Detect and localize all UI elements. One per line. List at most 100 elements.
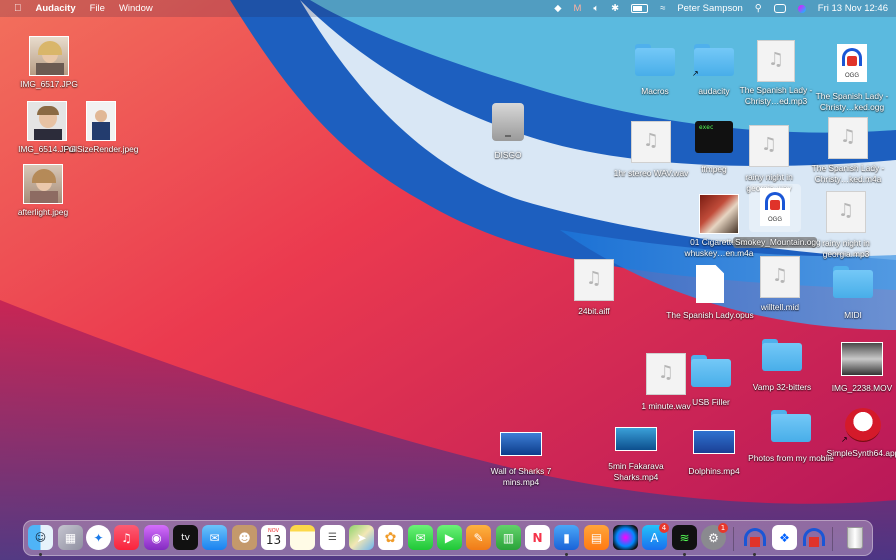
volume-icon[interactable]: 🔈︎ [593,3,599,14]
file-rainy-wav[interactable]: ♫ rainy night in georgia.wav [724,125,814,193]
file-img-2238-mov[interactable]: IMG_2238.MOV [817,342,896,394]
malwarebytes-icon[interactable]: M [574,3,582,14]
file-24bit-aiff[interactable]: ♫ 24bit.aiff [549,259,639,317]
notification-badge: 4 [659,523,669,533]
notification-badge: 1 [718,523,728,533]
video-thumbnail-icon [500,432,542,456]
finder-icon[interactable]: ☺ [28,525,53,550]
file-fakarava-sharks[interactable]: 5min Fakarava Sharks.mp4 [591,427,681,482]
folder-icon [762,339,802,371]
maps-icon[interactable]: ➤ [349,525,374,550]
siri-icon[interactable] [797,4,806,13]
folder-midi[interactable]: MIDI [808,266,896,321]
file-label: FullSizeRender.jpeg [63,144,139,154]
audio-file-icon: ♫ [574,259,614,301]
trash-icon[interactable] [842,525,867,550]
audio-file-icon: ♫ [749,125,789,167]
activity-monitor-icon[interactable]: ≋ [672,525,697,550]
file-label: SimpleSynth64.app [826,448,896,458]
file-label: 24bit.aiff [578,306,610,316]
photo-thumbnail-icon [23,164,63,204]
folder-icon [691,355,731,387]
file-label: DISGO [494,150,522,160]
contacts-icon[interactable]: ☻ [232,525,257,550]
system-preferences-icon[interactable]: ⚙ 1 [701,523,728,550]
apple-tv-icon[interactable]: tv [173,525,198,550]
audio-file-icon: ♫ [757,40,795,82]
file-label: afterlight.jpeg [17,207,69,217]
reminders-icon[interactable]: ☰ [320,525,345,550]
news-icon[interactable]: N [525,525,550,550]
audio-file-icon: ♫ [828,117,868,159]
calendar-day: 13 [265,533,282,547]
menu-clock[interactable]: Fri 13 Nov 12:46 [818,3,888,14]
app-simplesynth[interactable]: ↗ SimpleSynth64.app [818,408,896,459]
photo-thumbnail-icon [29,36,69,76]
file-wall-of-sharks[interactable]: Wall of Sharks 7 mins.mp4 [476,432,566,487]
file-label: Dolphins.mp4 [688,466,740,476]
file-label: 5min Fakarava Sharks.mp4 [608,461,664,482]
podcasts-icon[interactable]: ◉ [144,525,169,550]
notes-icon[interactable] [290,525,315,550]
music-icon[interactable]: ♫ [114,525,139,550]
alias-arrow-icon: ↗ [841,435,848,444]
simplesynth-icon: ↗ [841,408,881,444]
folder-icon: ↗ [692,44,734,78]
apple-icon[interactable]:  [14,3,22,14]
disk-disgo[interactable]: DISGO [463,103,553,161]
file-label: MIDI [844,310,862,320]
audacity-alt-icon[interactable] [801,525,826,550]
menu-app-name[interactable]: Audacity [36,3,76,14]
video-thumbnail-icon [693,430,735,454]
menu-bar:  Audacity File Window ◆ M 🔈︎ ✱ ≈ Peter … [0,0,896,17]
search-icon[interactable]: ⚲ [755,3,762,14]
keynote-icon[interactable]: ▮ [554,525,579,550]
file-label: Wall of Sharks 7 mins.mp4 [490,466,552,487]
file-spanish-m4a[interactable]: ♫ The Spanish Lady - Christy…ked.m4a [803,117,893,184]
file-spanish-ogg[interactable]: OGG The Spanish Lady - Christy…ked.ogg [807,44,896,112]
facetime-icon[interactable]: ▶ [437,525,462,550]
folder-icon [771,410,811,442]
folder-vamp[interactable]: Vamp 32-bitters [737,339,827,393]
mail-icon[interactable]: ✉ [202,525,227,550]
photo-thumbnail-icon [86,101,116,141]
file-label: USB Filler [692,397,730,407]
safari-icon[interactable]: ✦ [86,525,111,550]
user-name[interactable]: Peter Sampson [677,3,742,14]
audio-file-icon: ♫ [760,256,800,298]
file-afterlight[interactable]: afterlight.jpeg [0,164,88,218]
audacity-ogg-icon: OGG [837,44,867,82]
external-drive-icon [492,103,524,141]
launchpad-icon[interactable]: ▦ [58,525,83,550]
menu-window[interactable]: Window [119,3,153,14]
menu-file[interactable]: File [90,3,105,14]
numbers-icon[interactable]: ▥ [496,525,521,550]
messages-icon[interactable]: ✉ [408,525,433,550]
app-store-icon[interactable]: A4 [642,523,669,550]
file-label: The Spanish Lady - Christy…ked.ogg [815,91,889,112]
bluetooth-icon[interactable]: ✱ [611,3,619,14]
battery-icon[interactable] [631,4,649,13]
video-thumbnail-icon [841,342,883,376]
dock: ☺ ▦ ✦ ♫ ◉ tv ✉ ☻ NOV 13 ☰ ➤ ✿ ✉ ▶ ✎ ▥ N … [23,520,873,556]
siri-app-icon[interactable] [613,525,638,550]
folder-icon [833,266,873,298]
control-center-icon[interactable] [773,4,786,13]
dropbox-icon[interactable]: ◆ [554,3,561,14]
file-fullsizerender[interactable]: FullSizeRender.jpeg [56,101,146,155]
file-img-6517[interactable]: IMG_6517.JPG [4,36,94,90]
alias-arrow-icon: ↗ [692,69,699,78]
dropbox-app-icon[interactable]: ❖ [772,525,797,550]
calendar-icon[interactable]: NOV 13 [261,525,286,550]
file-rainy-mp3[interactable]: ♫ rainy night in georgia.mp3 [801,191,891,259]
video-thumbnail-icon [615,427,657,451]
document-icon [696,265,724,303]
photos-icon[interactable]: ✿ [378,525,403,550]
file-label: IMG_2238.MOV [831,383,893,393]
pages-icon[interactable]: ✎ [466,525,491,550]
audacity-icon[interactable] [742,525,767,550]
file-label: Vamp 32-bitters [752,382,812,392]
audio-file-icon: ♫ [826,191,866,233]
books-icon[interactable]: ▤ [584,525,609,550]
wifi-icon[interactable]: ≈ [660,3,665,14]
